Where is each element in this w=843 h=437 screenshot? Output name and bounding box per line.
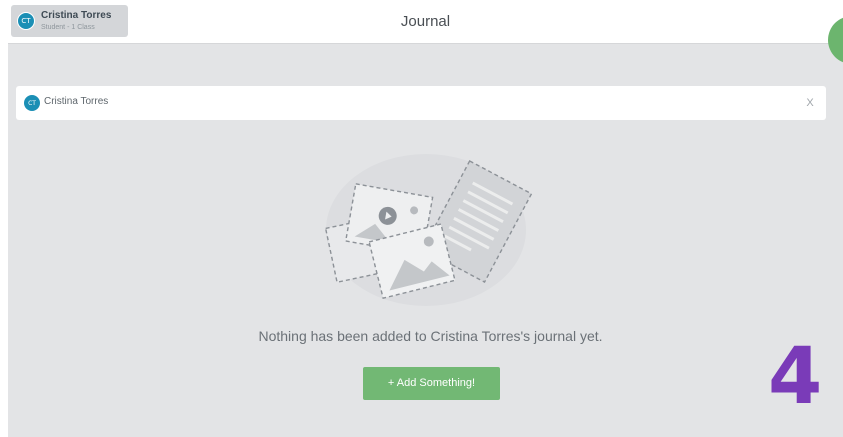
student-filter-bar: CT Cristina Torres X: [16, 86, 826, 120]
page-title: Journal: [400, 13, 451, 30]
empty-state-message: Nothing has been added to Cristina Torre…: [258, 328, 603, 344]
filter-student-name: Cristina Torres: [44, 96, 109, 107]
close-filter-button[interactable]: X: [802, 94, 818, 112]
add-something-button[interactable]: + Add Something!: [363, 367, 500, 400]
top-bar: CT Cristina Torres Student - 1 Class Jou…: [8, 0, 843, 44]
journal-empty-illustration-icon: [324, 154, 533, 306]
app-frame: CT Cristina Torres Student - 1 Class Jou…: [8, 0, 843, 437]
avatar: CT: [24, 95, 40, 111]
step-number-overlay: 4: [768, 332, 823, 422]
